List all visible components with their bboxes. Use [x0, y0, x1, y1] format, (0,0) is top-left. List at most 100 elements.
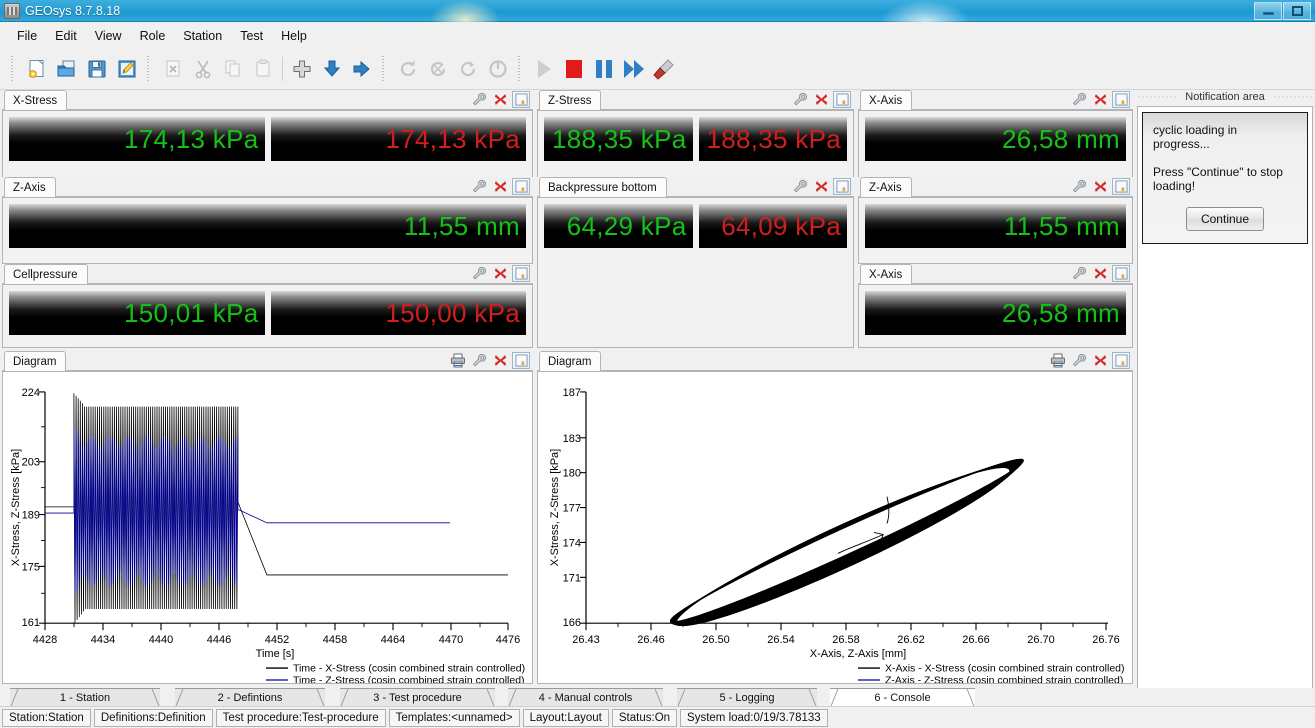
wrench-settings-icon[interactable]: [1070, 178, 1088, 195]
close-red-x-icon[interactable]: [491, 178, 509, 195]
wrench-settings-icon[interactable]: [1070, 265, 1088, 282]
close-red-x-icon[interactable]: [491, 265, 509, 282]
undock-window-icon[interactable]: [833, 91, 851, 108]
wrench-settings-icon[interactable]: [470, 265, 488, 282]
pause-icon[interactable]: [589, 54, 619, 84]
close-red-x-icon[interactable]: [1091, 91, 1109, 108]
close-red-x-icon[interactable]: [491, 91, 509, 108]
undock-window-icon[interactable]: [1112, 352, 1130, 369]
readout-value-actual: 174,13 kPa: [9, 117, 265, 161]
printer-icon[interactable]: [1049, 352, 1067, 369]
bottom-tab-logging[interactable]: 5 - Logging: [677, 688, 817, 706]
bottom-tabbar-filler: [1135, 688, 1315, 706]
diagram-panel-time-series: Diagram 224 203 189 175 161 4428 4434 44…: [2, 351, 533, 684]
panel-tab-z-stress[interactable]: Z-Stress: [539, 90, 602, 110]
chart-canvas-hysteresis[interactable]: 187 183 180 177 174 171 166 26.43 26.46 …: [537, 371, 1133, 684]
close-red-x-icon[interactable]: [491, 352, 509, 369]
menu-edit[interactable]: Edit: [46, 26, 86, 46]
panel-tab-diagram-left[interactable]: Diagram: [4, 351, 67, 371]
delete-icon[interactable]: [158, 54, 188, 84]
panel-tab-z-axis[interactable]: Z-Axis: [860, 177, 912, 197]
play-start-icon[interactable]: [529, 54, 559, 84]
panel-tab-x-stress[interactable]: X-Stress: [4, 90, 68, 110]
download-arrow-icon[interactable]: [317, 54, 347, 84]
panel-tab-cellpressure[interactable]: Cellpressure: [4, 264, 88, 284]
save-icon[interactable]: [82, 54, 112, 84]
toolbar-grip-2[interactable]: [147, 56, 153, 82]
menu-role[interactable]: Role: [131, 26, 175, 46]
copy-icon[interactable]: [218, 54, 248, 84]
svg-text:26.76: 26.76: [1092, 634, 1119, 646]
fast-forward-icon[interactable]: [619, 54, 649, 84]
svg-text:174: 174: [563, 537, 581, 549]
toolbar-grip-4[interactable]: [518, 56, 524, 82]
wrench-settings-icon[interactable]: [1070, 352, 1088, 369]
svg-text:26.50: 26.50: [702, 634, 729, 646]
wrench-settings-icon[interactable]: [791, 91, 809, 108]
menu-help[interactable]: Help: [272, 26, 316, 46]
continue-button[interactable]: Continue: [1185, 207, 1265, 231]
wrench-settings-icon[interactable]: [791, 178, 809, 195]
wrench-settings-icon[interactable]: [470, 178, 488, 195]
panel-tab-backpressure-bottom[interactable]: Backpressure bottom: [539, 177, 667, 197]
forward-arrow-icon[interactable]: [347, 54, 377, 84]
wrench-settings-icon[interactable]: [1070, 91, 1088, 108]
bottom-tab-manual-controls[interactable]: 4 - Manual controls: [508, 688, 663, 706]
notification-message: cyclic loading in progress... Press "Con…: [1142, 112, 1308, 244]
menu-view[interactable]: View: [86, 26, 131, 46]
status-test-procedure: Test procedure:Test-procedure: [215, 708, 386, 727]
chart-canvas-time-series[interactable]: 224 203 189 175 161 4428 4434 4440 4446 …: [2, 371, 533, 684]
toolbar-grip-1[interactable]: [11, 56, 17, 82]
undock-window-icon[interactable]: [1112, 91, 1130, 108]
svg-text:4464: 4464: [381, 634, 405, 646]
panel-tab-diagram-right[interactable]: Diagram: [539, 351, 602, 371]
tools-screwdriver-icon[interactable]: [649, 54, 679, 84]
cut-scissors-icon[interactable]: [188, 54, 218, 84]
undock-window-icon[interactable]: [512, 91, 530, 108]
close-red-x-icon[interactable]: [812, 178, 830, 195]
menu-file[interactable]: File: [8, 26, 46, 46]
restore-button[interactable]: [1283, 1, 1311, 20]
menu-test[interactable]: Test: [231, 26, 272, 46]
bottom-tab-test-procedure[interactable]: 3 - Test procedure: [340, 688, 495, 706]
svg-text:4476: 4476: [496, 634, 520, 646]
panel-tab-x-axis[interactable]: X-Axis: [860, 264, 913, 284]
readout-panel-z-axis-2: Z-Axis 11,55 mm: [858, 177, 1133, 264]
close-red-x-icon[interactable]: [812, 91, 830, 108]
wrench-settings-icon[interactable]: [470, 91, 488, 108]
open-folder-icon[interactable]: [52, 54, 82, 84]
undock-window-icon[interactable]: [512, 352, 530, 369]
readout-value-target: 188,35 kPa: [698, 117, 847, 161]
bottom-tab-console[interactable]: 6 - Console: [830, 688, 975, 706]
undock-window-icon[interactable]: [512, 265, 530, 282]
window-controls: [1253, 1, 1315, 21]
undock-window-icon[interactable]: [833, 178, 851, 195]
chart-xlabel-right: X-Axis, Z-Axis [mm]: [810, 648, 906, 660]
svg-text:166: 166: [563, 617, 581, 629]
undock-window-icon[interactable]: [512, 178, 530, 195]
printer-icon[interactable]: [449, 352, 467, 369]
stop-icon[interactable]: [559, 54, 589, 84]
new-document-icon[interactable]: [22, 54, 52, 84]
add-plus-icon[interactable]: [287, 54, 317, 84]
titlebar-wallpaper-glow: [430, 0, 500, 22]
svg-text:177: 177: [563, 503, 581, 515]
bottom-tab-definitions[interactable]: 2 - Defintions: [175, 688, 325, 706]
close-red-x-icon[interactable]: [1091, 265, 1109, 282]
toolbar-grip-3[interactable]: [382, 56, 388, 82]
menu-station[interactable]: Station: [174, 26, 231, 46]
close-red-x-icon[interactable]: [1091, 352, 1109, 369]
undock-window-icon[interactable]: [1112, 265, 1130, 282]
bottom-tab-station[interactable]: 1 - Station: [10, 688, 160, 706]
edit-document-icon[interactable]: [112, 54, 142, 84]
panel-tab-z-axis[interactable]: Z-Axis: [4, 177, 56, 197]
svg-text:4440: 4440: [149, 634, 173, 646]
notification-line-1: cyclic loading in progress...: [1153, 123, 1238, 151]
panel-tab-x-axis[interactable]: X-Axis: [860, 90, 913, 110]
svg-text:161: 161: [22, 617, 40, 629]
undock-window-icon[interactable]: [1112, 178, 1130, 195]
paste-icon[interactable]: [248, 54, 278, 84]
wrench-settings-icon[interactable]: [470, 352, 488, 369]
minimize-button[interactable]: [1254, 1, 1282, 20]
close-red-x-icon[interactable]: [1091, 178, 1109, 195]
